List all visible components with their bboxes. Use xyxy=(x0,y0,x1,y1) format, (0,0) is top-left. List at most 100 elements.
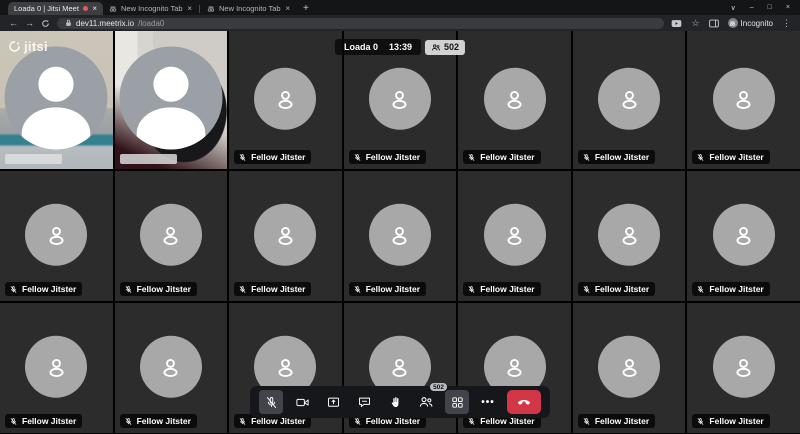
browser-menu-icon[interactable]: ⋮ xyxy=(782,19,791,28)
avatar xyxy=(484,68,546,130)
participant-tile[interactable]: Fellow Jitster xyxy=(687,31,800,169)
avatar xyxy=(25,336,87,398)
microphone-muted-icon xyxy=(264,395,279,410)
person-icon xyxy=(43,221,70,248)
camera-button[interactable] xyxy=(290,390,314,414)
participant-tile[interactable]: Fellow Jitster xyxy=(229,171,342,301)
reload-icon[interactable] xyxy=(41,19,50,28)
microphone-muted-icon xyxy=(238,285,247,294)
incognito-icon xyxy=(207,5,215,13)
person-icon xyxy=(157,353,184,380)
person-icon xyxy=(616,221,643,248)
participant-video-tile[interactable] xyxy=(115,31,228,169)
microphone-muted-icon xyxy=(696,153,705,162)
participant-tile[interactable]: Fellow Jitster xyxy=(115,303,228,433)
raise-hand-button[interactable] xyxy=(383,390,407,414)
participant-name: Fellow Jitster xyxy=(595,416,649,426)
room-name: Loada 0 xyxy=(344,42,378,52)
microphone-muted-icon xyxy=(582,417,591,426)
tab-close-icon[interactable]: × xyxy=(285,4,290,13)
tab-incognito-2[interactable]: New Incognito Tab × xyxy=(201,2,296,15)
share-screen-button[interactable] xyxy=(321,390,345,414)
mute-microphone-button[interactable] xyxy=(259,390,283,414)
jitsi-watermark[interactable]: jitsi xyxy=(8,39,48,54)
tab-close-icon[interactable]: × xyxy=(92,4,97,13)
person-icon xyxy=(501,353,528,380)
microphone-muted-icon xyxy=(353,285,362,294)
tab-search-chevron-icon[interactable]: ∨ xyxy=(731,4,736,12)
participant-tile[interactable]: Fellow Jitster xyxy=(458,171,571,301)
participant-name: Fellow Jitster xyxy=(251,284,305,294)
incognito-avatar-icon xyxy=(728,18,738,28)
participant-tile[interactable]: Fellow Jitster xyxy=(573,31,686,169)
back-icon[interactable]: ← xyxy=(9,19,18,28)
tab-close-icon[interactable]: × xyxy=(187,4,192,13)
watermark-text: jitsi xyxy=(24,39,48,54)
microphone-muted-icon xyxy=(582,153,591,162)
person-icon xyxy=(386,353,413,380)
avatar xyxy=(140,336,202,398)
hangup-button[interactable] xyxy=(507,390,541,414)
participants-button[interactable]: 502 xyxy=(414,390,438,414)
participant-tile[interactable]: Fellow Jitster xyxy=(344,171,457,301)
participant-tile[interactable]: Fellow Jitster xyxy=(458,31,571,169)
participant-name: Fellow Jitster xyxy=(709,416,763,426)
url-path: /loada0 xyxy=(138,19,164,28)
microphone-muted-icon xyxy=(124,285,133,294)
microphone-muted-icon xyxy=(696,417,705,426)
participant-name-pill: Fellow Jitster xyxy=(349,282,426,296)
chat-button[interactable] xyxy=(352,390,376,414)
participant-tile[interactable]: Fellow Jitster xyxy=(229,31,342,169)
participant-name: Fellow Jitster xyxy=(366,284,420,294)
participant-name-pill: Fellow Jitster xyxy=(578,150,655,164)
avatar xyxy=(254,204,316,266)
participant-name: Fellow Jitster xyxy=(709,152,763,162)
participant-name-pill: Fellow Jitster xyxy=(120,414,197,428)
tab-jitsi-meet[interactable]: Loada 0 | Jitsi Meet × xyxy=(8,2,103,15)
incognito-profile-chip[interactable]: Incognito xyxy=(728,18,773,28)
microphone-muted-icon xyxy=(9,285,18,294)
raise-hand-icon xyxy=(388,395,403,410)
person-icon xyxy=(386,85,413,112)
media-controls-icon[interactable] xyxy=(671,19,682,28)
window-controls: ∨ – □ × xyxy=(731,4,800,12)
meeting-toolbox: 502 ••• xyxy=(250,386,550,418)
participant-name-pill: Fellow Jitster xyxy=(578,282,655,296)
tile-view-button[interactable] xyxy=(445,390,469,414)
avatar xyxy=(119,46,222,149)
more-actions-button[interactable]: ••• xyxy=(476,390,500,414)
chat-icon xyxy=(357,395,372,410)
participant-count-pill[interactable]: 502 xyxy=(425,40,465,55)
maximize-icon[interactable]: □ xyxy=(768,4,772,12)
participant-tile[interactable]: Fellow Jitster xyxy=(687,303,800,433)
avatar xyxy=(484,204,546,266)
participant-tile[interactable]: Fellow Jitster xyxy=(573,171,686,301)
participant-tile[interactable]: Fellow Jitster xyxy=(0,171,113,301)
microphone-muted-icon xyxy=(696,285,705,294)
participant-tile[interactable]: Fellow Jitster xyxy=(115,171,228,301)
share-screen-icon xyxy=(326,395,341,410)
participant-name: Fellow Jitster xyxy=(22,284,76,294)
participant-name-pill: Fellow Jitster xyxy=(234,282,311,296)
subject-bar: Loada 0 13:39 502 xyxy=(335,39,465,55)
participant-tile[interactable]: Fellow Jitster xyxy=(573,303,686,433)
tile-view-icon xyxy=(450,395,465,410)
bookmark-star-icon[interactable]: ☆ xyxy=(691,19,699,28)
address-bar[interactable]: dev11.meetrix.io/loada0 xyxy=(57,18,664,29)
side-panel-icon[interactable] xyxy=(709,19,719,28)
microphone-muted-icon xyxy=(467,285,476,294)
close-icon[interactable]: × xyxy=(786,4,790,12)
forward-icon[interactable]: → xyxy=(25,19,34,28)
participant-tile[interactable]: Fellow Jitster xyxy=(0,303,113,433)
microphone-muted-icon xyxy=(124,417,133,426)
participant-name: Fellow Jitster xyxy=(137,416,191,426)
participant-tile[interactable]: Fellow Jitster xyxy=(687,171,800,301)
tab-incognito-1[interactable]: New Incognito Tab × xyxy=(103,2,198,15)
participants-icon xyxy=(418,395,434,409)
avatar xyxy=(140,204,202,266)
participant-name-pill: Fellow Jitster xyxy=(120,282,197,296)
new-tab-button[interactable]: + xyxy=(303,3,309,14)
person-silhouette-icon xyxy=(5,46,108,149)
participant-name: Fellow Jitster xyxy=(137,284,191,294)
minimize-icon[interactable]: – xyxy=(750,4,754,12)
